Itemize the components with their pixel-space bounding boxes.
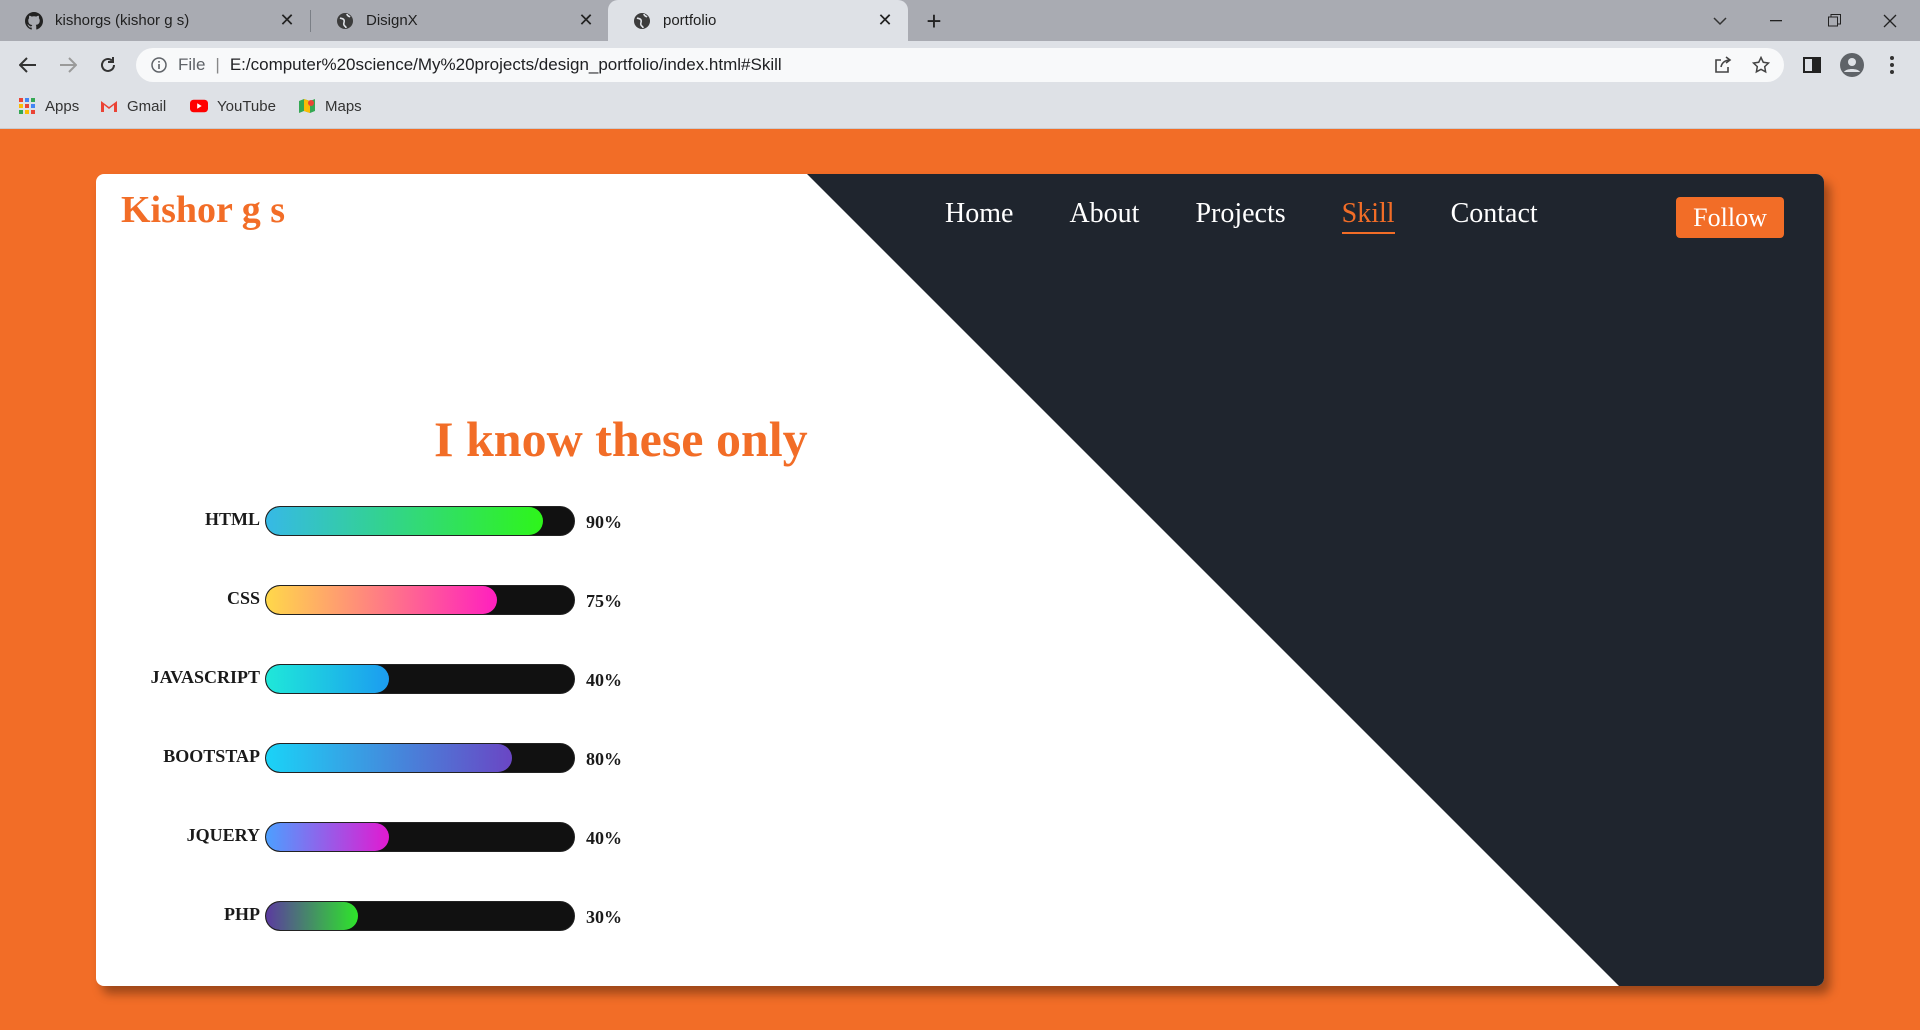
skill-percent: 90%: [586, 512, 622, 532]
skill-name: CSS: [226, 588, 260, 608]
close-icon[interactable]: ✕: [278, 10, 296, 30]
browser-toolbar: File | E:/computer%20science/My%20projec…: [0, 41, 1920, 89]
skill-bar-fill: [266, 902, 359, 930]
side-panel-icon[interactable]: [1798, 51, 1826, 79]
info-icon[interactable]: [150, 56, 168, 74]
address-divider: |: [215, 55, 220, 74]
nav-skill[interactable]: Skill: [1341, 198, 1395, 234]
bookmark-maps[interactable]: Maps: [298, 97, 362, 115]
skill-name: PHP: [224, 904, 260, 924]
star-icon[interactable]: [1750, 54, 1772, 76]
site-logo[interactable]: Kishor g s: [121, 188, 285, 232]
apps-grid-icon: [18, 97, 36, 115]
tab-disignx[interactable]: DisignX ✕: [311, 0, 609, 41]
skill-percent: 80%: [586, 749, 622, 769]
skill-percent: 40%: [586, 670, 622, 690]
bookmark-label: Maps: [325, 97, 362, 115]
main-nav: Home About Projects Skill Contact: [945, 198, 1594, 234]
bookmark-label: YouTube: [217, 97, 276, 115]
tab-title: kishorgs (kishor g s): [55, 12, 190, 29]
skill-bar-fill: [266, 823, 390, 851]
restore-icon[interactable]: [1806, 0, 1862, 41]
dark-diagonal-panel: [807, 174, 1824, 986]
url-text[interactable]: E:/computer%20science/My%20projects/desi…: [230, 55, 782, 75]
back-arrow-icon[interactable]: [14, 51, 42, 79]
skill-row-jquery: JQUERY 40%: [96, 822, 796, 856]
close-window-icon[interactable]: [1862, 0, 1918, 41]
file-label: File: [178, 55, 206, 74]
github-icon: [25, 11, 43, 30]
skill-bar-track: [265, 901, 575, 931]
nav-contact[interactable]: Contact: [1451, 198, 1538, 234]
bookmark-gmail[interactable]: Gmail: [100, 97, 166, 115]
skill-bar-fill: [266, 507, 544, 535]
tab-portfolio[interactable]: portfolio ✕: [608, 0, 908, 41]
skill-row-html: HTML 90%: [96, 506, 796, 540]
skill-name: JAVASCRIPT: [150, 667, 260, 687]
skill-row-bootstap: BOOTSTAP 80%: [96, 743, 796, 777]
skill-bar-fill: [266, 586, 497, 614]
portfolio-card: Kishor g s Home About Projects Skill Con…: [96, 174, 1824, 986]
skill-bar-track: [265, 664, 575, 694]
tab-title: portfolio: [663, 12, 717, 29]
close-icon[interactable]: ✕: [876, 10, 894, 30]
tab-bar: kishorgs (kishor g s) ✕ DisignX ✕ portfo…: [0, 0, 1920, 41]
nav-about[interactable]: About: [1069, 198, 1139, 234]
skill-name: JQUERY: [186, 825, 260, 845]
skill-bar-fill: [266, 744, 513, 772]
minimize-icon[interactable]: [1748, 0, 1804, 41]
follow-button[interactable]: Follow: [1676, 197, 1784, 238]
forward-arrow-icon[interactable]: [54, 51, 82, 79]
profile-avatar-icon[interactable]: [1838, 51, 1866, 79]
skill-percent: 75%: [586, 591, 622, 611]
skill-row-javascript: JAVASCRIPT 40%: [96, 664, 796, 698]
new-tab-icon[interactable]: +: [918, 6, 950, 36]
globe-icon: [633, 12, 651, 30]
address-bar[interactable]: File | E:/computer%20science/My%20projec…: [136, 48, 1784, 82]
skill-bar-track: [265, 585, 575, 615]
globe-icon: [336, 12, 354, 30]
bookmarks-bar: Apps Gmail YouTube Maps: [0, 89, 1920, 129]
skill-name: BOOTSTAP: [163, 746, 260, 766]
tab-search-chevron-icon[interactable]: [1692, 0, 1748, 41]
skill-percent: 40%: [586, 828, 622, 848]
bookmark-label: Apps: [45, 97, 80, 115]
nav-home[interactable]: Home: [945, 198, 1013, 234]
skill-row-php: PHP 30%: [96, 901, 796, 935]
tab-github[interactable]: kishorgs (kishor g s) ✕: [0, 0, 310, 41]
skill-bar-track: [265, 743, 575, 773]
tab-title: DisignX: [366, 12, 418, 29]
kebab-menu-icon[interactable]: [1878, 51, 1906, 79]
skill-bar-track: [265, 822, 575, 852]
skills-heading: I know these only: [434, 411, 808, 467]
share-icon[interactable]: [1712, 54, 1734, 76]
bookmark-label: Gmail: [127, 97, 167, 115]
close-icon[interactable]: ✕: [577, 10, 595, 30]
skill-name: HTML: [204, 509, 260, 529]
skill-bar-fill: [266, 665, 390, 693]
bookmark-youtube[interactable]: YouTube: [190, 97, 276, 115]
skill-bar-track: [265, 506, 575, 536]
skill-percent: 30%: [586, 907, 622, 927]
youtube-icon: [190, 97, 208, 115]
nav-projects[interactable]: Projects: [1195, 198, 1285, 234]
skill-row-css: CSS 75%: [96, 585, 796, 619]
maps-icon: [298, 97, 316, 115]
bookmark-apps[interactable]: Apps: [18, 97, 79, 115]
gmail-icon: [100, 97, 118, 115]
reload-icon[interactable]: [94, 51, 122, 79]
